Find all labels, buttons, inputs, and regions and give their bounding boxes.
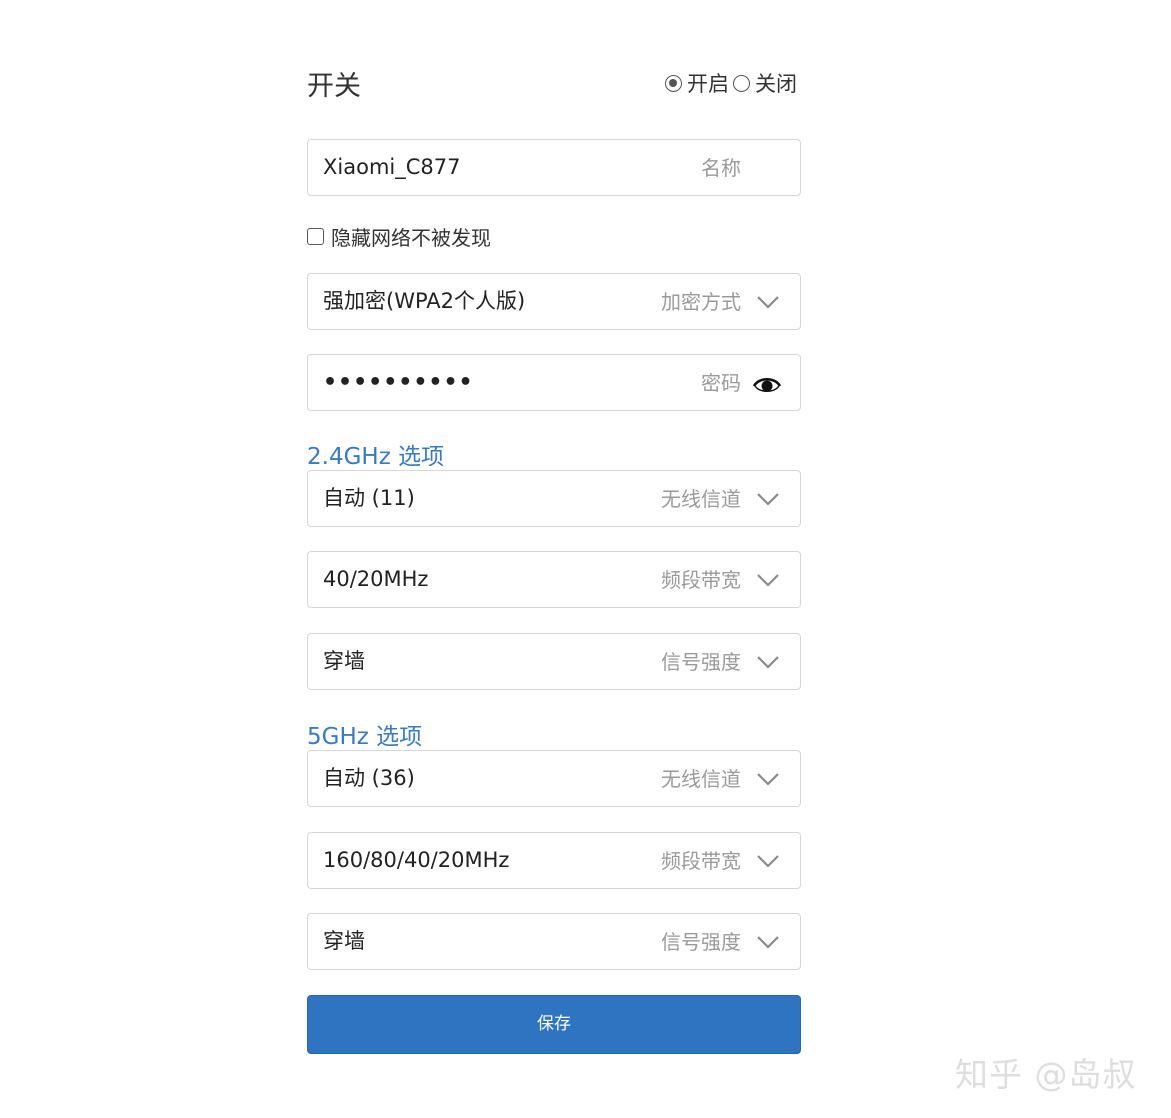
radio-off[interactable]	[733, 74, 750, 92]
signal-value-24ghz: 穿墙	[323, 649, 365, 673]
chevron-down-icon[interactable]	[756, 572, 780, 588]
bandwidth-hint-5ghz: 频段带宽	[661, 849, 741, 873]
channel-hint-24ghz: 无线信道	[661, 487, 741, 511]
channel-select-24ghz[interactable]: 自动 (11) 无线信道	[307, 470, 801, 527]
radio-on-label[interactable]: 开启	[687, 68, 729, 98]
chevron-down-icon[interactable]	[756, 294, 780, 310]
hide-network-checkbox[interactable]	[307, 227, 324, 245]
wifi-switch-row: 开关 开启 关闭	[307, 62, 801, 102]
watermark: 知乎 @岛叔	[955, 1055, 1137, 1094]
switch-radio-group: 开启 关闭	[665, 68, 801, 98]
bandwidth-hint-24ghz: 频段带宽	[661, 568, 741, 592]
signal-value-5ghz: 穿墙	[323, 929, 365, 953]
channel-select-5ghz[interactable]: 自动 (36) 无线信道	[307, 750, 801, 807]
radio-on[interactable]	[665, 74, 682, 92]
section-title-5ghz: 5GHz 选项	[307, 724, 423, 750]
wifi-name-input[interactable]: Xiaomi_C877 名称	[307, 139, 801, 196]
chevron-down-icon[interactable]	[756, 654, 780, 670]
wifi-name-value: Xiaomi_C877	[323, 155, 461, 179]
signal-select-5ghz[interactable]: 穿墙 信号强度	[307, 913, 801, 970]
bandwidth-select-5ghz[interactable]: 160/80/40/20MHz 频段带宽	[307, 832, 801, 889]
encryption-value: 强加密(WPA2个人版)	[323, 289, 526, 313]
bandwidth-select-24ghz[interactable]: 40/20MHz 频段带宽	[307, 551, 801, 608]
channel-value-5ghz: 自动 (36)	[323, 766, 415, 790]
bandwidth-value-24ghz: 40/20MHz	[323, 567, 429, 591]
wifi-name-hint: 名称	[701, 156, 741, 180]
eye-icon[interactable]	[752, 374, 782, 394]
password-value: ••••••••••	[323, 370, 474, 395]
encryption-hint: 加密方式	[661, 290, 741, 314]
radio-off-label[interactable]: 关闭	[755, 68, 797, 98]
save-button[interactable]: 保存	[307, 995, 801, 1054]
channel-hint-5ghz: 无线信道	[661, 767, 741, 791]
signal-hint-24ghz: 信号强度	[661, 650, 741, 674]
password-hint: 密码	[701, 371, 741, 395]
hide-network-row: 隐藏网络不被发现	[307, 222, 491, 250]
hide-network-label[interactable]: 隐藏网络不被发现	[331, 222, 491, 251]
encryption-select[interactable]: 强加密(WPA2个人版) 加密方式	[307, 273, 801, 330]
signal-hint-5ghz: 信号强度	[661, 930, 741, 954]
switch-title: 开关	[307, 71, 361, 102]
chevron-down-icon[interactable]	[756, 934, 780, 950]
channel-value-24ghz: 自动 (11)	[323, 486, 415, 510]
password-input[interactable]: •••••••••• 密码	[307, 354, 801, 411]
chevron-down-icon[interactable]	[756, 771, 780, 787]
signal-select-24ghz[interactable]: 穿墙 信号强度	[307, 633, 801, 690]
section-title-24ghz: 2.4GHz 选项	[307, 444, 445, 470]
chevron-down-icon[interactable]	[756, 491, 780, 507]
bandwidth-value-5ghz: 160/80/40/20MHz	[323, 848, 510, 872]
chevron-down-icon[interactable]	[756, 853, 780, 869]
